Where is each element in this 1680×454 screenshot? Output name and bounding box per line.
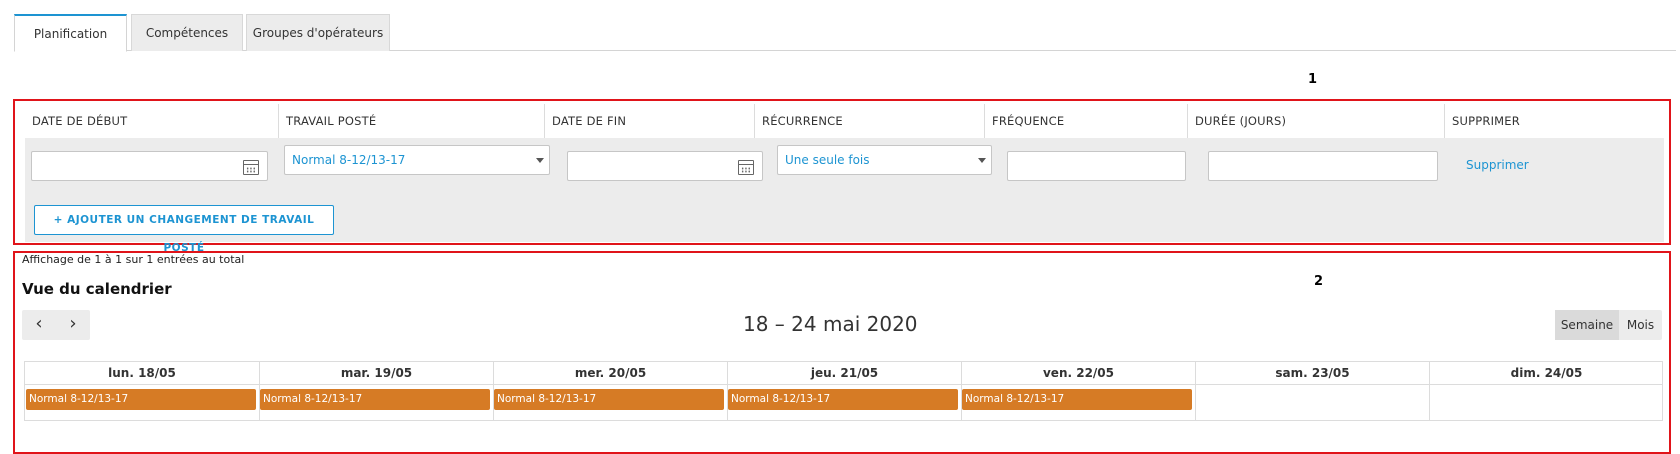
tab-operator-groups[interactable]: Groupes d'opérateurs bbox=[246, 14, 390, 51]
chevron-down-icon bbox=[536, 158, 544, 163]
view-switch: Semaine Mois bbox=[1555, 310, 1662, 340]
header-start-date: DATE DE DÉBUT bbox=[32, 114, 128, 128]
day-header: jeu. 21/05 bbox=[727, 362, 961, 385]
calendar-icon[interactable] bbox=[243, 160, 259, 175]
frequency-input[interactable] bbox=[1007, 151, 1186, 181]
calendar-event[interactable]: Normal 8-12/13-17 bbox=[260, 389, 490, 410]
header-end-date: DATE DE FIN bbox=[544, 104, 754, 138]
day-header: mar. 19/05 bbox=[259, 362, 493, 385]
recurrence-value: Une seule fois bbox=[785, 153, 870, 167]
delete-link[interactable]: Supprimer bbox=[1466, 158, 1529, 172]
calendar-title: Vue du calendrier bbox=[22, 280, 172, 298]
chevron-down-icon bbox=[978, 158, 986, 163]
recurrence-select[interactable]: Une seule fois bbox=[777, 145, 992, 175]
end-date-field[interactable] bbox=[567, 151, 763, 181]
tab-competences[interactable]: Compétences bbox=[131, 14, 243, 51]
calendar-event[interactable]: Normal 8-12/13-17 bbox=[728, 389, 958, 410]
calendar-event[interactable]: Normal 8-12/13-17 bbox=[26, 389, 256, 410]
calendar-range: 18 – 24 mai 2020 bbox=[743, 312, 918, 336]
tab-planification[interactable]: Planification bbox=[14, 14, 127, 52]
week-view-button[interactable]: Semaine bbox=[1555, 310, 1619, 340]
calendar-icon[interactable] bbox=[738, 160, 754, 175]
add-shift-change-button[interactable]: + AJOUTER UN CHANGEMENT DE TRAVAIL POSTÉ bbox=[34, 205, 334, 254]
week-calendar: lun. 18/05 mar. 19/05 mer. 20/05 jeu. 21… bbox=[24, 361, 1663, 421]
chevron-left-icon[interactable]: ‹ bbox=[22, 310, 56, 340]
day-header: ven. 22/05 bbox=[961, 362, 1195, 385]
calendar-event[interactable]: Normal 8-12/13-17 bbox=[962, 389, 1192, 410]
start-date-field[interactable] bbox=[31, 151, 268, 181]
header-duration: DURÉE (JOURS) bbox=[1187, 104, 1444, 138]
schedule-row: Normal 8-12/13-17 Une seule fois Supprim… bbox=[25, 138, 1664, 254]
day-cell[interactable] bbox=[1429, 385, 1663, 421]
calendar-nav: ‹ › bbox=[22, 310, 90, 340]
callout-1: 1 bbox=[1308, 72, 1318, 87]
day-header: lun. 18/05 bbox=[25, 362, 259, 385]
month-view-button[interactable]: Mois bbox=[1619, 310, 1662, 340]
entries-count: Affichage de 1 à 1 sur 1 entrées au tota… bbox=[22, 253, 245, 266]
day-cell[interactable] bbox=[1195, 385, 1429, 421]
add-shift-change-label: AJOUTER UN CHANGEMENT DE TRAVAIL POSTÉ bbox=[67, 214, 315, 254]
calendar-event[interactable]: Normal 8-12/13-17 bbox=[494, 389, 724, 410]
header-recurrence: RÉCURRENCE bbox=[754, 104, 984, 138]
shift-work-select[interactable]: Normal 8-12/13-17 bbox=[284, 145, 550, 175]
day-header: sam. 23/05 bbox=[1195, 362, 1429, 385]
schedule-section: DATE DE DÉBUT TRAVAIL POSTÉ DATE DE FIN … bbox=[13, 99, 1671, 254]
shift-work-value: Normal 8-12/13-17 bbox=[292, 153, 406, 167]
tab-bar: Planification Compétences Groupes d'opér… bbox=[14, 14, 1676, 52]
day-header: dim. 24/05 bbox=[1429, 362, 1663, 385]
calendar-section bbox=[13, 251, 1671, 454]
header-frequency: FRÉQUENCE bbox=[984, 104, 1187, 138]
chevron-right-icon[interactable]: › bbox=[56, 310, 90, 340]
schedule-header-row: DATE DE DÉBUT TRAVAIL POSTÉ DATE DE FIN … bbox=[25, 104, 1664, 138]
day-header: mer. 20/05 bbox=[493, 362, 727, 385]
header-shift-work: TRAVAIL POSTÉ bbox=[278, 104, 544, 138]
duration-input[interactable] bbox=[1208, 151, 1438, 181]
plus-icon: + bbox=[53, 214, 63, 226]
header-delete: SUPPRIMER bbox=[1444, 104, 1664, 138]
